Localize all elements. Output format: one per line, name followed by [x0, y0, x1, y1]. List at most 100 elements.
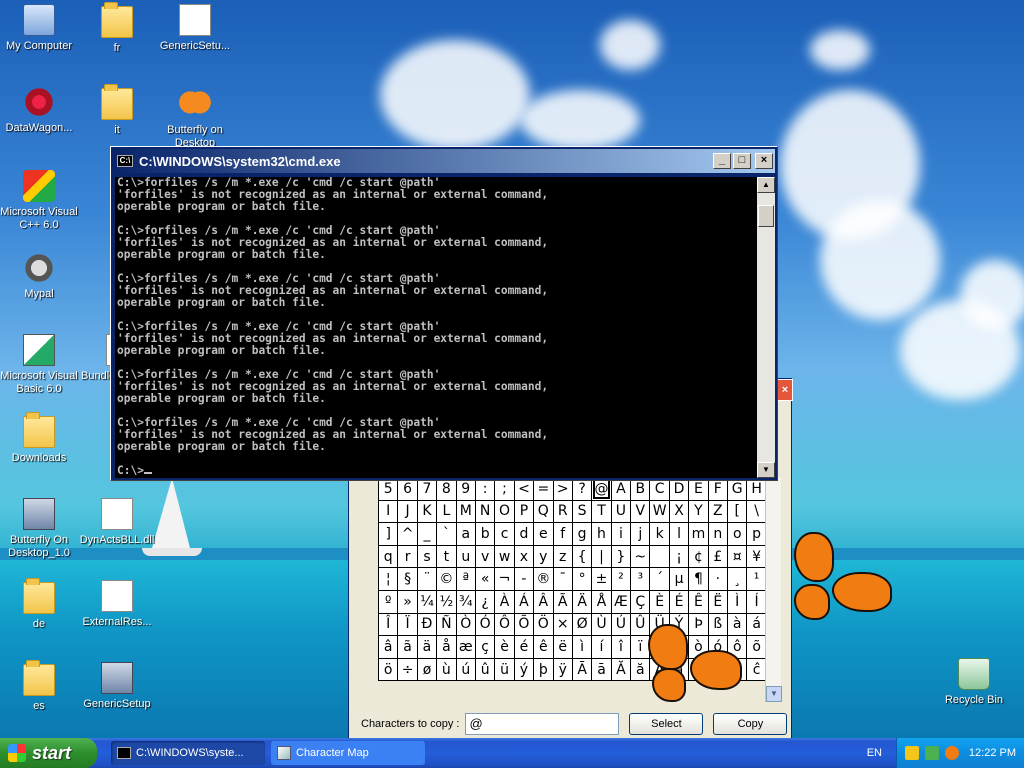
desktop-icon-visual-basic[interactable]: Microsoft Visual Basic 6.0 [0, 334, 78, 396]
character-cell[interactable]: f [552, 522, 573, 546]
character-cell[interactable]: ÿ [552, 657, 573, 682]
character-cell[interactable]: ù [436, 657, 457, 682]
character-cell[interactable]: ª [455, 567, 476, 591]
character-cell[interactable]: p [746, 522, 767, 546]
character-cell[interactable]: £ [707, 544, 729, 569]
character-cell[interactable]: Ð [416, 612, 438, 637]
character-cell[interactable]: g [571, 522, 593, 546]
character-cell[interactable]: ā [591, 657, 612, 682]
butterfly-image[interactable] [792, 530, 900, 626]
character-cell[interactable]: Ô [494, 612, 515, 637]
character-cell[interactable]: © [436, 567, 457, 591]
character-cell[interactable]: ì [571, 635, 593, 659]
character-cell[interactable]: Ñ [436, 612, 457, 637]
scroll-up-button[interactable]: ▲ [757, 177, 775, 193]
butterfly-image[interactable] [640, 620, 750, 710]
character-cell[interactable]: Æ [610, 589, 632, 614]
character-cell[interactable]: È [649, 589, 670, 614]
character-cell[interactable]: è [494, 635, 515, 659]
scroll-down-button[interactable]: ▼ [757, 462, 775, 478]
character-cell[interactable]: o [727, 522, 748, 546]
character-cell[interactable]: ¨ [416, 567, 438, 591]
character-cell[interactable]: q [377, 544, 399, 569]
start-button[interactable]: start [0, 738, 97, 768]
character-cell[interactable]: l [668, 522, 690, 546]
character-cell[interactable]: ® [533, 567, 554, 591]
character-cell[interactable]: Ă [610, 657, 632, 682]
character-cell[interactable]: ø [416, 657, 438, 682]
character-cell[interactable]: c [494, 522, 515, 546]
desktop-icon-datawagon[interactable]: DataWagon... [0, 86, 78, 135]
character-cell[interactable]: ^ [397, 522, 418, 546]
character-cell[interactable]: y [533, 544, 554, 569]
console-output[interactable]: C:\>forfiles /s /m *.exe /c 'cmd /c star… [115, 177, 757, 478]
butterfly-tray-icon[interactable] [945, 746, 959, 760]
character-cell[interactable]: U [610, 499, 632, 524]
character-cell[interactable]: â [377, 635, 399, 659]
character-cell[interactable]: j [630, 522, 651, 546]
character-cell[interactable]: R [552, 499, 573, 524]
character-cell[interactable]: e [533, 522, 554, 546]
desktop-icon-de[interactable]: de [0, 578, 78, 631]
character-cell[interactable]: ÷ [397, 657, 418, 682]
character-cell[interactable]: ë [552, 635, 573, 659]
character-cell[interactable]: Z [707, 499, 729, 524]
character-cell[interactable]: K [416, 499, 438, 524]
character-cell[interactable]: ¼ [416, 589, 438, 614]
character-cell[interactable]: Ã [552, 589, 573, 614]
character-cell[interactable]: X [668, 499, 690, 524]
character-cell[interactable]: ³ [630, 567, 651, 591]
character-cell[interactable]: M [455, 499, 476, 524]
character-cell[interactable]: ö [377, 657, 399, 682]
character-cell[interactable]: L [436, 499, 457, 524]
character-cell[interactable] [649, 544, 670, 569]
character-cell[interactable]: ¾ [455, 589, 476, 614]
character-cell[interactable]: P [513, 499, 535, 524]
security-shield-icon[interactable] [905, 746, 919, 760]
character-cell[interactable]: ~ [630, 544, 651, 569]
character-cell[interactable]: J [397, 499, 418, 524]
character-cell[interactable]: Â [533, 589, 554, 614]
scroll-thumb[interactable] [758, 205, 774, 227]
character-cell[interactable]: k [649, 522, 670, 546]
character-cell[interactable]: ¡ [668, 544, 690, 569]
taskbar-item-cmd[interactable]: C:\WINDOWS\syste... [111, 741, 265, 765]
character-cell[interactable]: ¿ [474, 589, 496, 614]
character-cell[interactable]: ¶ [688, 567, 709, 591]
desktop-icon-butterfly-on-desktop-1-0[interactable]: Butterfly On Desktop_1.0 [0, 498, 78, 560]
character-cell[interactable]: Å [591, 589, 612, 614]
character-cell[interactable]: Ā [571, 657, 593, 682]
character-cell[interactable]: é [513, 635, 535, 659]
desktop-icon-visual-cpp[interactable]: Microsoft Visual C++ 6.0 [0, 170, 78, 232]
character-cell[interactable]: { [571, 544, 593, 569]
character-cell[interactable]: w [494, 544, 515, 569]
taskbar-item-character-map[interactable]: Character Map [271, 741, 425, 765]
desktop-icon-it[interactable]: it [78, 84, 156, 137]
character-cell[interactable]: x [513, 544, 535, 569]
character-cell[interactable]: z [552, 544, 573, 569]
character-cell[interactable]: N [474, 499, 496, 524]
desktop-icon-downloads[interactable]: Downloads [0, 412, 78, 465]
character-cell[interactable]: å [436, 635, 457, 659]
character-cell[interactable]: W [649, 499, 670, 524]
character-cell[interactable]: ä [416, 635, 438, 659]
minimize-button[interactable]: _ [713, 153, 731, 169]
character-cell[interactable]: T [591, 499, 612, 524]
character-cell[interactable]: ã [397, 635, 418, 659]
character-cell[interactable]: ¸ [727, 567, 748, 591]
character-cell[interactable]: | [591, 544, 612, 569]
character-cell[interactable]: « [474, 567, 496, 591]
character-cell[interactable]: r [397, 544, 418, 569]
character-cell[interactable]: s [416, 544, 438, 569]
character-cell[interactable]: Y [688, 499, 709, 524]
character-cell[interactable]: O [494, 499, 515, 524]
character-cell[interactable]: } [610, 544, 632, 569]
character-cell[interactable]: d [513, 522, 535, 546]
character-cell[interactable]: § [397, 567, 418, 591]
character-cell[interactable]: S [571, 499, 593, 524]
character-cell[interactable]: ´ [649, 567, 670, 591]
character-cell[interactable]: u [455, 544, 476, 569]
character-cell[interactable]: - [513, 567, 535, 591]
character-cell[interactable]: V [630, 499, 651, 524]
character-cell[interactable]: Ö [533, 612, 554, 637]
